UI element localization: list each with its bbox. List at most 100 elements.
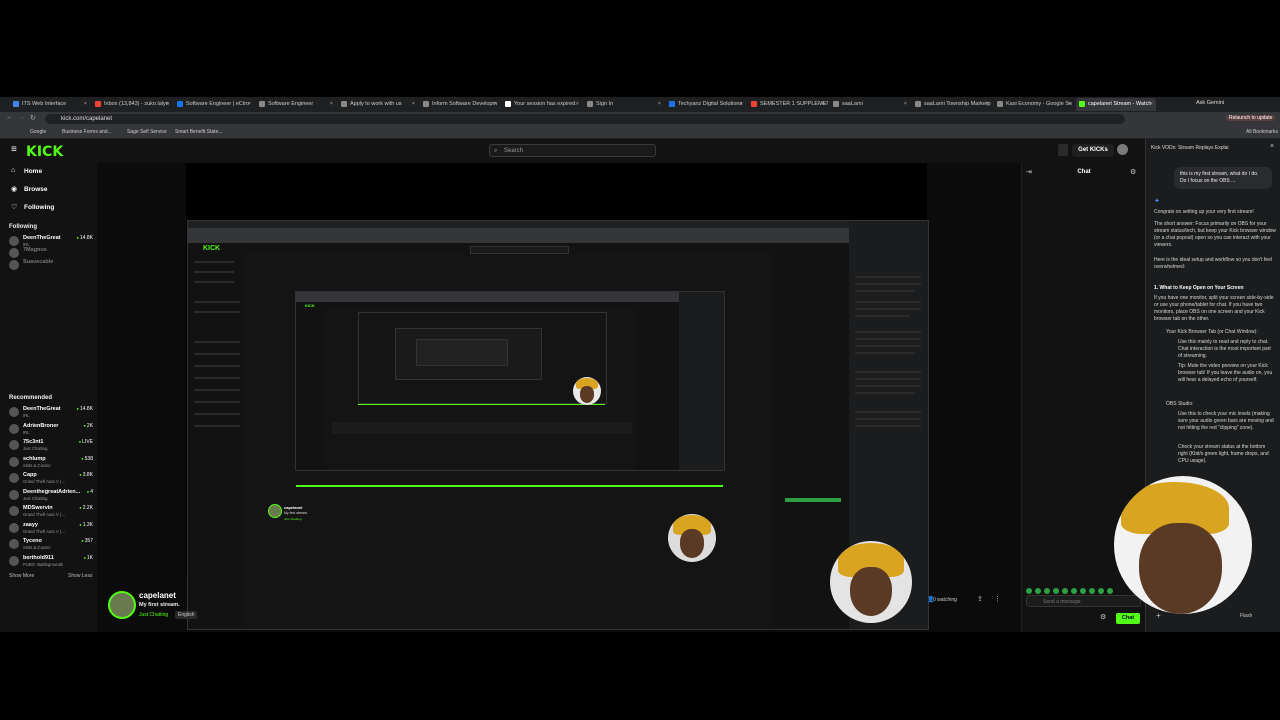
browser-tab[interactable]: Your session has expired. × bbox=[502, 98, 582, 111]
category-link[interactable]: Just Chatting bbox=[139, 612, 168, 618]
answer-section-heading: 1. What to Keep Open on Your Screen bbox=[1154, 285, 1244, 291]
reload-icon[interactable]: ↻ bbox=[30, 114, 36, 122]
following-title: Following bbox=[9, 224, 37, 230]
tab-close-icon[interactable]: × bbox=[412, 98, 415, 111]
close-icon[interactable]: × bbox=[1270, 143, 1274, 150]
avatar bbox=[9, 539, 19, 549]
show-less-button[interactable]: Show Less bbox=[68, 573, 92, 579]
relaunch-button[interactable]: Relaunch to update bbox=[1226, 115, 1276, 121]
tab-close-icon[interactable]: × bbox=[904, 98, 907, 111]
webcam-overlay-main bbox=[1114, 476, 1252, 614]
tab-close-icon[interactable]: × bbox=[166, 98, 169, 111]
tab-close-icon[interactable]: × bbox=[1150, 98, 1153, 111]
tab-label: Kasi Economy - Google Se bbox=[1006, 101, 1073, 107]
bookmark-sage[interactable]: Sage Self Service bbox=[127, 126, 167, 138]
nav-home[interactable]: Home bbox=[24, 168, 42, 175]
avatar bbox=[9, 456, 19, 467]
browser-tab[interactable]: Inbox (13,843) - zuko.lalyo × bbox=[92, 98, 172, 111]
user-question-bubble: this is my first stream, what do I do. D… bbox=[1174, 167, 1272, 189]
tab-close-icon[interactable]: × bbox=[576, 98, 579, 111]
channel-category: IRL bbox=[23, 413, 30, 418]
tab-close-icon[interactable]: × bbox=[330, 98, 333, 111]
channel-category: PUBG: Battlegrounds bbox=[23, 561, 64, 567]
browser-tab[interactable]: Kasi Economy - Google Se × bbox=[994, 98, 1074, 111]
tab-favicon-icon bbox=[1079, 101, 1085, 107]
bookmark-business-forms[interactable]: Business Forms and... bbox=[62, 126, 112, 138]
sidebar-channel[interactable]: CappGrand Theft Auto V (... 3.8K bbox=[9, 472, 93, 485]
sidebar-channel[interactable]: MDSwervinGrand Theft Auto V (... 2.2K bbox=[9, 505, 93, 518]
browser-tab[interactable]: Apply to work with us × bbox=[338, 98, 418, 111]
viewer-count: 2K bbox=[83, 423, 93, 429]
get-kicks-button[interactable]: Get KICKs bbox=[1072, 144, 1114, 157]
answer-paragraph: The short answer: Focus primarily on OBS… bbox=[1154, 221, 1276, 248]
more-icon[interactable]: ⋮ bbox=[994, 595, 1001, 603]
browser-tab[interactable]: capelanet Stream - Watch × bbox=[1076, 98, 1156, 111]
avatar bbox=[9, 248, 19, 258]
avatar bbox=[9, 555, 19, 566]
search-icon: ⌕ bbox=[494, 148, 498, 154]
kick-logo[interactable]: KICK bbox=[26, 144, 63, 160]
browser-tab[interactable]: Software Engineer × bbox=[256, 98, 336, 111]
sidebar-channel[interactable]: berthold911PUBG: Battlegrounds 1K bbox=[9, 555, 93, 568]
url-field[interactable]: kick.com/capelanet bbox=[45, 114, 1125, 124]
avatar bbox=[9, 423, 19, 434]
search-input[interactable]: ⌕ Search bbox=[489, 144, 656, 157]
tab-label: saaLami bbox=[842, 101, 863, 107]
menu-icon[interactable]: ≡ bbox=[11, 144, 17, 155]
sidebar-channel[interactable]: AdrienBronerIRL 2K bbox=[9, 423, 93, 436]
show-more-button[interactable]: Show More bbox=[9, 573, 34, 579]
gear-icon[interactable]: ⚙ bbox=[1100, 613, 1106, 621]
sidebar-channel[interactable]: 75c3nt1Just Chatting LIVE bbox=[9, 439, 93, 452]
avatar bbox=[9, 473, 19, 483]
viewer-count bbox=[92, 259, 93, 265]
back-icon[interactable]: ← bbox=[6, 114, 13, 121]
sidebar-channel[interactable]: Suavecable bbox=[9, 259, 93, 272]
share-icon[interactable]: ⇪ bbox=[977, 595, 983, 603]
channel-name: MDSwervin bbox=[23, 505, 53, 511]
sidebar-channel[interactable]: DeenTheGreatIRL 14.8K bbox=[9, 406, 93, 419]
all-bookmarks[interactable]: All Bookmarks bbox=[1246, 126, 1278, 138]
answer-bullet: OBS Studio: bbox=[1166, 401, 1194, 407]
forward-icon[interactable]: → bbox=[18, 114, 25, 121]
avatar[interactable] bbox=[1117, 144, 1128, 155]
tab-close-icon[interactable]: × bbox=[84, 98, 87, 111]
sidebar-channel[interactable]: DeenthegreatAdrien...Just Chatting 4 bbox=[9, 489, 93, 502]
tab-close-icon[interactable]: × bbox=[494, 98, 497, 111]
grid-icon[interactable] bbox=[1058, 144, 1068, 156]
sidebar-channel[interactable]: schlumpSlots & Casino 538 bbox=[9, 456, 93, 469]
bookmark-smart-benefit[interactable]: Smart Benefit State... bbox=[175, 126, 223, 138]
nav-following[interactable]: Following bbox=[24, 204, 54, 211]
tab-close-icon[interactable]: × bbox=[740, 98, 743, 111]
browser-tab[interactable]: saaLami × bbox=[830, 98, 910, 111]
streamer-name[interactable]: capelanet bbox=[139, 591, 176, 600]
browser-tab[interactable]: SEMESTER 1 SUPPLEMENT × bbox=[748, 98, 828, 111]
bookmark-google[interactable]: Google bbox=[30, 126, 46, 138]
browser-tab[interactable]: Sign In × bbox=[584, 98, 664, 111]
tab-close-icon[interactable]: × bbox=[822, 98, 825, 111]
streamer-avatar[interactable] bbox=[108, 591, 136, 619]
answer-subbullet: Check your stream status at the bottom r… bbox=[1178, 444, 1269, 464]
tab-close-icon[interactable]: × bbox=[1068, 98, 1071, 111]
nav-browse[interactable]: Browse bbox=[24, 186, 47, 193]
sidebar-channel[interactable]: TycenoSlots & Casino 357 bbox=[9, 538, 93, 551]
channel-name: 75c3nt1 bbox=[23, 439, 44, 445]
browser-tab[interactable]: Inform Software Developm × bbox=[420, 98, 500, 111]
tab-close-icon[interactable]: × bbox=[248, 98, 251, 111]
tab-label: Inbox (13,843) - zuko.lalyo bbox=[104, 101, 169, 107]
chat-send-button[interactable]: Chat bbox=[1116, 613, 1140, 624]
screen: ITS Web Interface × Inbox (13,843) - zuko.… bbox=[0, 97, 1280, 632]
chat-settings-icon[interactable]: ⚙ bbox=[1130, 168, 1136, 176]
sidebar-channel[interactable]: zaayyGrand Theft Auto V (... 1.3K bbox=[9, 522, 93, 535]
browser-tab[interactable]: Techyanz Digital Solutions × bbox=[666, 98, 746, 111]
tab-close-icon[interactable]: × bbox=[658, 98, 661, 111]
tab-label: capelanet Stream - Watch bbox=[1088, 101, 1152, 107]
tab-close-icon[interactable]: × bbox=[986, 98, 989, 111]
stream-info: capelanet My first stream. Just Chatting… bbox=[97, 585, 1021, 630]
browser-tab[interactable]: ITS Web Interface × bbox=[10, 98, 90, 111]
browser-tab[interactable]: Software Engineer | eCtro × bbox=[174, 98, 254, 111]
viewer-count bbox=[92, 247, 93, 253]
channel-category: Grand Theft Auto V (... bbox=[23, 479, 65, 484]
channel-category: Just Chatting bbox=[23, 446, 48, 451]
browser-tab[interactable]: saaLami Township Marketp × bbox=[912, 98, 992, 111]
ask-gemini-button[interactable]: Ask Gemini bbox=[1196, 100, 1224, 106]
